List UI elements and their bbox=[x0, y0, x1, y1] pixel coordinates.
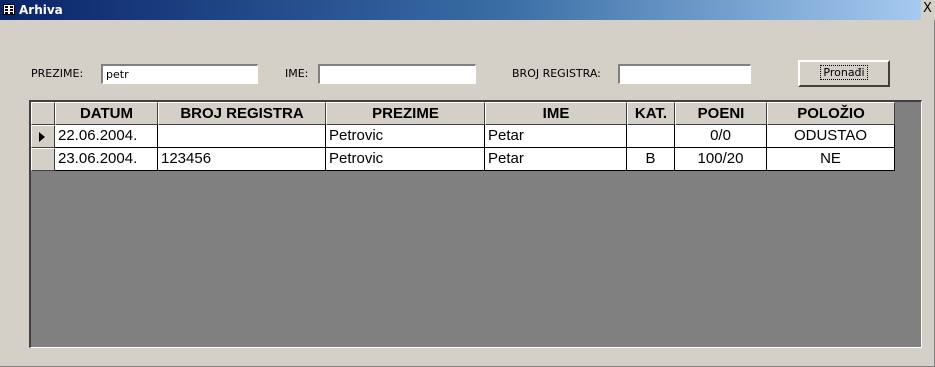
pronadji-button-label: Pronađi bbox=[820, 65, 868, 80]
ime-input[interactable] bbox=[318, 64, 476, 84]
row-selector-header[interactable] bbox=[31, 102, 55, 125]
header-row: DATUM BROJ REGISTRA PREZIME IME KAT. POE… bbox=[31, 102, 895, 125]
current-record-arrow-icon bbox=[39, 132, 45, 142]
title-bar[interactable]: Arhiva bbox=[0, 0, 921, 20]
column-header-broj-registra[interactable]: BROJ REGISTRA bbox=[158, 102, 326, 125]
cell-prezime[interactable]: Petrovic bbox=[326, 125, 485, 148]
column-header-poeni[interactable]: POENI bbox=[675, 102, 767, 125]
window-title: Arhiva bbox=[19, 3, 63, 17]
row-selector[interactable] bbox=[31, 125, 55, 148]
cell-poeni[interactable]: 100/20 bbox=[675, 148, 767, 171]
cell-prezime[interactable]: Petrovic bbox=[326, 148, 485, 171]
row-selector[interactable] bbox=[31, 148, 55, 171]
cell-polozio[interactable]: NE bbox=[767, 148, 895, 171]
cell-kat[interactable]: B bbox=[627, 148, 675, 171]
cell-datum[interactable]: 22.06.2004. bbox=[55, 125, 158, 148]
column-header-ime[interactable]: IME bbox=[485, 102, 627, 125]
column-header-prezime[interactable]: PREZIME bbox=[326, 102, 485, 125]
close-button[interactable]: X bbox=[921, 0, 935, 20]
archive-window: Arhiva X PREZIME: IME: BROJ REGISTRA: Pr… bbox=[0, 0, 935, 367]
broj-registra-label: BROJ REGISTRA: bbox=[512, 67, 601, 80]
cell-ime[interactable]: Petar bbox=[485, 125, 627, 148]
form-icon[interactable] bbox=[3, 4, 15, 15]
column-header-polozio[interactable]: POLOŽIO bbox=[767, 102, 895, 125]
cell-datum[interactable]: 23.06.2004. bbox=[55, 148, 158, 171]
cell-polozio[interactable]: ODUSTAO bbox=[767, 125, 895, 148]
pronadji-button[interactable]: Pronađi bbox=[798, 60, 890, 87]
prezime-label: PREZIME: bbox=[31, 67, 84, 80]
table-row[interactable]: 23.06.2004. 123456 Petrovic Petar B 100/… bbox=[31, 148, 895, 171]
table-row[interactable]: 22.06.2004. Petrovic Petar 0/0 ODUSTAO bbox=[31, 125, 895, 148]
column-header-kat[interactable]: KAT. bbox=[627, 102, 675, 125]
results-grid[interactable]: DATUM BROJ REGISTRA PREZIME IME KAT. POE… bbox=[29, 100, 922, 348]
cell-broj-registra[interactable]: 123456 bbox=[158, 148, 326, 171]
broj-registra-input[interactable] bbox=[618, 64, 751, 84]
cell-kat[interactable] bbox=[627, 125, 675, 148]
prezime-input[interactable] bbox=[101, 64, 258, 84]
cell-ime[interactable]: Petar bbox=[485, 148, 627, 171]
column-header-datum[interactable]: DATUM bbox=[55, 102, 158, 125]
cell-poeni[interactable]: 0/0 bbox=[675, 125, 767, 148]
cell-broj-registra[interactable] bbox=[158, 125, 326, 148]
ime-label: IME: bbox=[285, 67, 309, 80]
